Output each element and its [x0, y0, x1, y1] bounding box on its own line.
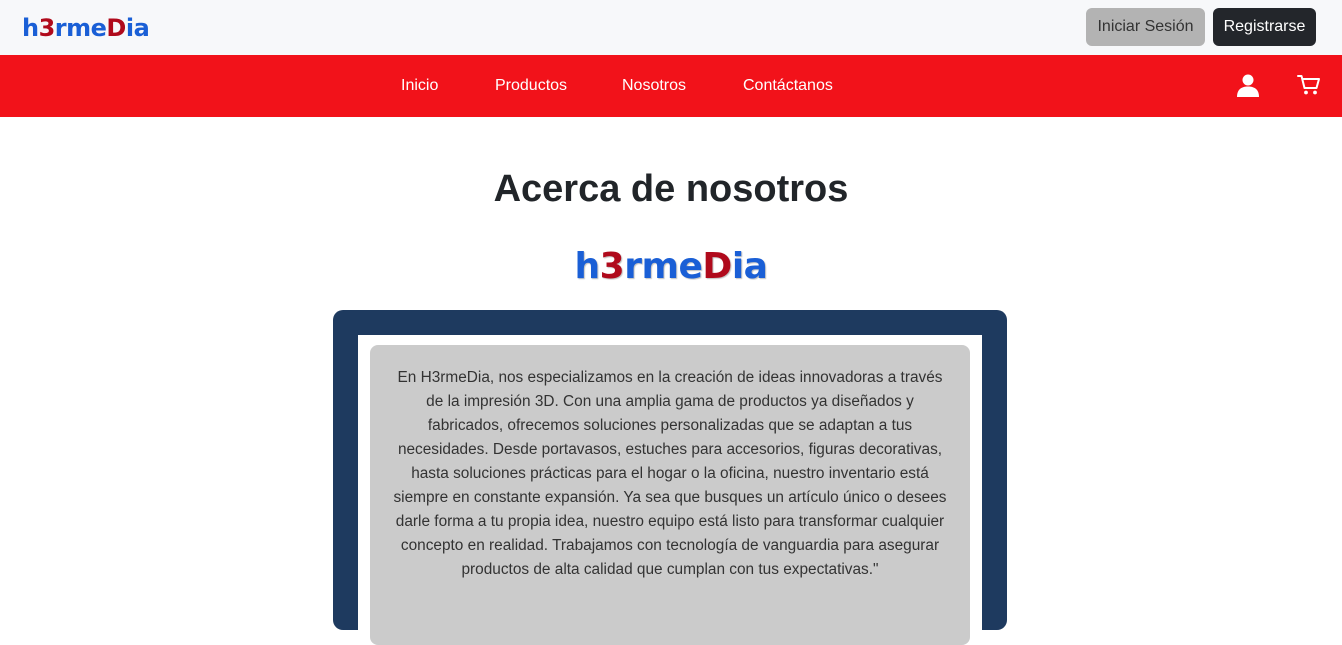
- top-bar: h3rmeDia Iniciar Sesión Registrarse: [0, 0, 1342, 55]
- logo-text-part: D: [106, 14, 126, 42]
- logo-text-part: rme: [624, 246, 703, 287]
- logo-text-part: D: [702, 246, 732, 287]
- nav-item-nosotros[interactable]: Nosotros: [622, 55, 686, 117]
- about-text-card: En H3rmeDia, nos especializamos en la cr…: [370, 345, 970, 645]
- brand-logo[interactable]: h3rmeDia: [22, 14, 150, 42]
- logo-text-part: 3: [599, 246, 625, 287]
- nav-item-inicio[interactable]: Inicio: [401, 55, 438, 117]
- logo-text-part: ia: [125, 14, 150, 42]
- cart-icon[interactable]: [1297, 74, 1321, 101]
- logo-text-part: ia: [731, 246, 768, 287]
- page-title: Acerca de nosotros: [493, 168, 849, 210]
- main-navbar: Inicio Productos Nosotros Contáctanos: [0, 55, 1342, 117]
- nav-item-contactanos[interactable]: Contáctanos: [743, 55, 833, 117]
- logo-text-part: 3: [38, 14, 56, 42]
- nav-item-productos[interactable]: Productos: [495, 55, 567, 117]
- register-button[interactable]: Registrarse: [1213, 8, 1316, 46]
- logo-text-part: h: [22, 14, 39, 42]
- about-paragraph: En H3rmeDia, nos especializamos en la cr…: [393, 369, 947, 578]
- logo-text-part: rme: [54, 14, 107, 42]
- brand-logo-large: h3rmeDia: [0, 246, 1342, 287]
- logo-text-part: h: [574, 246, 601, 287]
- login-button[interactable]: Iniciar Sesión: [1086, 8, 1205, 46]
- user-icon[interactable]: [1236, 73, 1260, 102]
